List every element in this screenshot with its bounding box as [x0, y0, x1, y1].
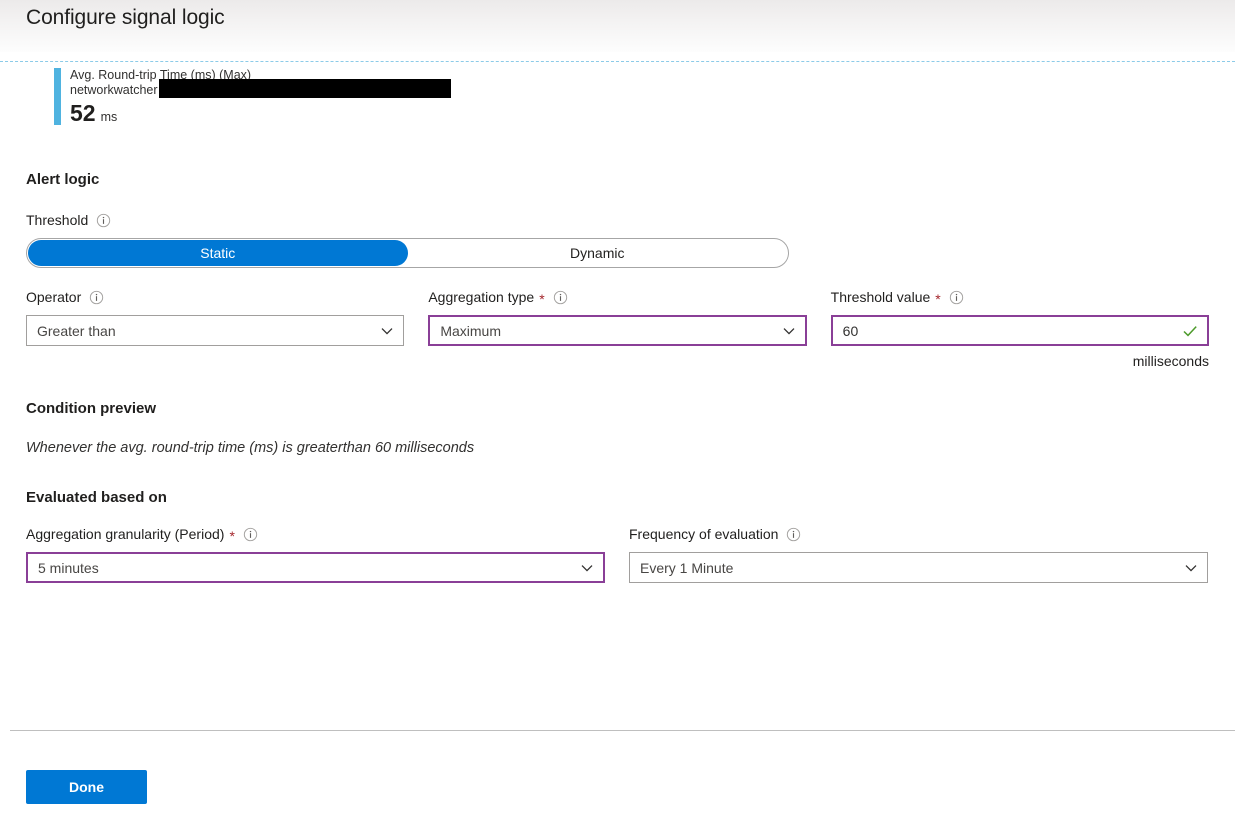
blade-header: Configure signal logic — [0, 0, 1235, 52]
aggregation-type-field: Aggregation type * Maximum — [428, 288, 807, 369]
aggregation-granularity-label-row: Aggregation granularity (Period) * — [26, 525, 605, 543]
threshold-label: Threshold — [26, 212, 89, 228]
threshold-value-label: Threshold value — [830, 289, 931, 305]
required-asterisk: * — [229, 528, 235, 544]
page-title: Configure signal logic — [26, 6, 225, 29]
threshold-value-input[interactable]: 60 — [843, 323, 1181, 339]
aggregation-type-dropdown[interactable]: Maximum — [428, 315, 807, 346]
chevron-down-icon — [579, 560, 595, 576]
threshold-value-input-shell[interactable]: 60 — [830, 315, 1209, 346]
threshold-value-unit: milliseconds — [1132, 353, 1209, 369]
operator-label: Operator — [26, 289, 82, 305]
info-icon[interactable] — [553, 290, 568, 305]
operator-label-row: Operator — [26, 288, 404, 306]
frequency-of-evaluation-dropdown[interactable]: Every 1 Minute — [629, 552, 1208, 583]
checkmark-icon — [1181, 322, 1199, 340]
aggregation-granularity-label: Aggregation granularity (Period) — [26, 526, 225, 542]
legend-value-number: 52 — [70, 100, 96, 126]
operator-field: Operator Greater than — [26, 288, 405, 369]
frequency-of-evaluation-label: Frequency of evaluation — [629, 526, 779, 542]
condition-preview-section-title: Condition preview — [26, 400, 157, 417]
threshold-block: Threshold Static Dynamic — [26, 211, 1209, 268]
threshold-value-label-row: Threshold value * — [831, 288, 1209, 306]
info-icon[interactable] — [89, 290, 104, 305]
chevron-down-icon — [781, 323, 797, 339]
redaction-bar — [158, 79, 451, 98]
condition-preview-text: Whenever the avg. round-trip time (ms) i… — [26, 440, 475, 456]
evaluated-based-on-fields-row: Aggregation granularity (Period) * 5 min… — [26, 525, 1209, 583]
done-button[interactable]: Done — [26, 770, 147, 804]
aggregation-type-label: Aggregation type — [428, 289, 535, 305]
chart-preview-strip: Avg. Round-trip Time (ms) (Max) networkw… — [0, 61, 1235, 140]
operator-value: Greater than — [37, 322, 116, 339]
info-icon[interactable] — [96, 213, 111, 228]
info-icon[interactable] — [949, 290, 964, 305]
chevron-down-icon — [1183, 560, 1199, 576]
legend-value-row: 52 ms — [70, 102, 451, 125]
aggregation-granularity-field: Aggregation granularity (Period) * 5 min… — [26, 525, 605, 583]
info-icon[interactable] — [243, 527, 258, 542]
required-asterisk: * — [935, 291, 941, 307]
operator-dropdown[interactable]: Greater than — [26, 315, 405, 346]
threshold-type-toggle[interactable]: Static Dynamic — [26, 238, 789, 268]
footer-divider — [10, 730, 1235, 731]
frequency-of-evaluation-field: Frequency of evaluation Every 1 Minute — [629, 525, 1208, 583]
blade-content: Alert logic Threshold Static Dynamic Ope… — [0, 140, 1235, 583]
alert-logic-fields-row: Operator Greater than Aggregation type *… — [26, 288, 1209, 369]
aggregation-granularity-value: 5 minutes — [38, 559, 99, 576]
frequency-of-evaluation-label-row: Frequency of evaluation — [629, 525, 1208, 543]
legend-color-swatch — [54, 68, 61, 125]
legend-value-unit: ms — [100, 110, 118, 124]
alert-logic-section-title: Alert logic — [26, 171, 100, 188]
threshold-option-static[interactable]: Static — [28, 240, 408, 266]
threshold-option-dynamic[interactable]: Dynamic — [408, 240, 788, 266]
info-icon[interactable] — [786, 527, 801, 542]
frequency-of-evaluation-value: Every 1 Minute — [640, 559, 734, 576]
aggregation-type-value: Maximum — [440, 322, 501, 339]
required-asterisk: * — [539, 291, 545, 307]
aggregation-type-label-row: Aggregation type * — [428, 288, 806, 306]
legend-resource-row: networkwatcher — [70, 79, 451, 98]
legend-text-group: Avg. Round-trip Time (ms) (Max) networkw… — [70, 68, 451, 125]
evaluated-based-on-section-title: Evaluated based on — [26, 489, 167, 506]
threshold-label-row: Threshold — [26, 211, 1209, 229]
legend-resource-name: networkwatcher — [70, 83, 158, 97]
chevron-down-icon — [379, 323, 395, 339]
threshold-value-field: Threshold value * 60 milliseconds — [830, 288, 1209, 369]
chart-legend: Avg. Round-trip Time (ms) (Max) networkw… — [54, 68, 451, 125]
aggregation-granularity-dropdown[interactable]: 5 minutes — [26, 552, 605, 583]
